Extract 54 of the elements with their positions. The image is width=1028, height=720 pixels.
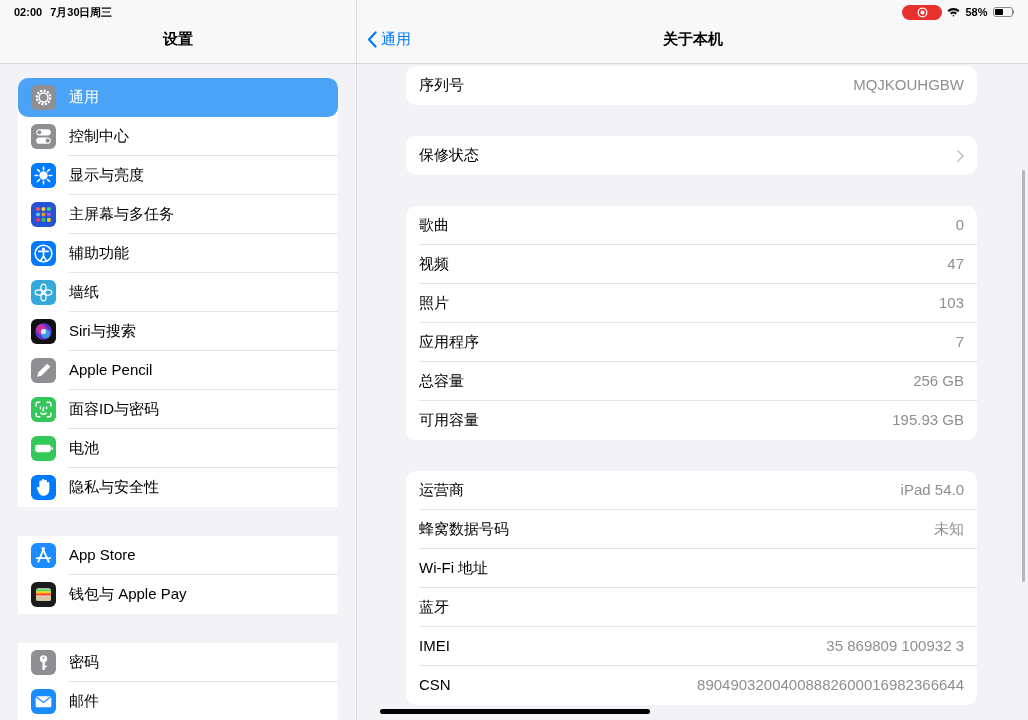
sidebar-item[interactable]: App Store — [18, 536, 338, 575]
info-value: 89049032004008882600016982366644 — [697, 675, 964, 696]
sidebar-item[interactable]: 密码 — [18, 643, 338, 682]
home-indicator[interactable] — [380, 709, 650, 714]
info-value: 103 — [938, 292, 964, 313]
wallet-icon — [31, 582, 56, 607]
orb-icon — [31, 319, 56, 344]
info-label: 可用容量 — [419, 410, 479, 431]
toggle-icon — [31, 124, 56, 149]
info-label: 序列号 — [419, 75, 464, 96]
info-value: 0 — [955, 214, 964, 235]
sun-icon — [31, 163, 56, 188]
status-date: 7月30日周三 — [50, 4, 113, 20]
scrollbar[interactable] — [1022, 170, 1025, 582]
person-icon — [31, 241, 56, 266]
info-label: IMEI — [419, 635, 450, 656]
info-label: 歌曲 — [419, 214, 449, 235]
sidebar-title: 设置 — [163, 29, 193, 50]
warranty-row[interactable]: 保修状态 — [419, 136, 977, 175]
mail-icon — [31, 689, 56, 714]
back-button[interactable]: 通用 — [367, 28, 411, 51]
a-shape-icon — [31, 543, 56, 568]
battery-percent: 58% — [965, 4, 988, 20]
info-value: 35 869809 100932 3 — [826, 635, 964, 656]
pencil-icon — [31, 358, 56, 383]
status-time: 02:00 — [14, 4, 43, 20]
page-title: 关于本机 — [662, 29, 723, 50]
gear-icon — [31, 85, 56, 110]
info-value: MQJKOUHGBW — [853, 75, 964, 96]
info-label: Wi-Fi 地址 — [419, 557, 489, 578]
face-scan-icon — [31, 397, 56, 422]
info-label: 蓝牙 — [419, 596, 449, 617]
info-value: 195.93 GB — [892, 410, 964, 431]
info-label: 总容量 — [419, 370, 464, 391]
info-value: 256 GB — [913, 370, 964, 391]
info-label: 运营商 — [419, 479, 464, 500]
wifi-icon — [947, 7, 961, 17]
key-icon — [31, 650, 56, 675]
battery-icon — [992, 7, 1014, 17]
flower-icon — [31, 280, 56, 305]
recording-icon[interactable] — [902, 4, 943, 20]
info-label: 蜂窝数据号码 — [419, 518, 509, 539]
app-grid-icon — [31, 202, 56, 227]
back-chevron-icon — [367, 31, 377, 48]
info-label: CSN — [419, 675, 451, 696]
info-value: 47 — [947, 253, 964, 274]
info-value: 7 — [955, 331, 964, 352]
info-label: 视频 — [419, 253, 449, 274]
info-label: 应用程序 — [419, 331, 479, 352]
info-value: iPad 54.0 — [900, 479, 964, 500]
info-value: 未知 — [934, 518, 964, 539]
info-label: 照片 — [419, 292, 449, 313]
hand-icon — [31, 475, 56, 500]
battery-icon — [31, 436, 56, 461]
